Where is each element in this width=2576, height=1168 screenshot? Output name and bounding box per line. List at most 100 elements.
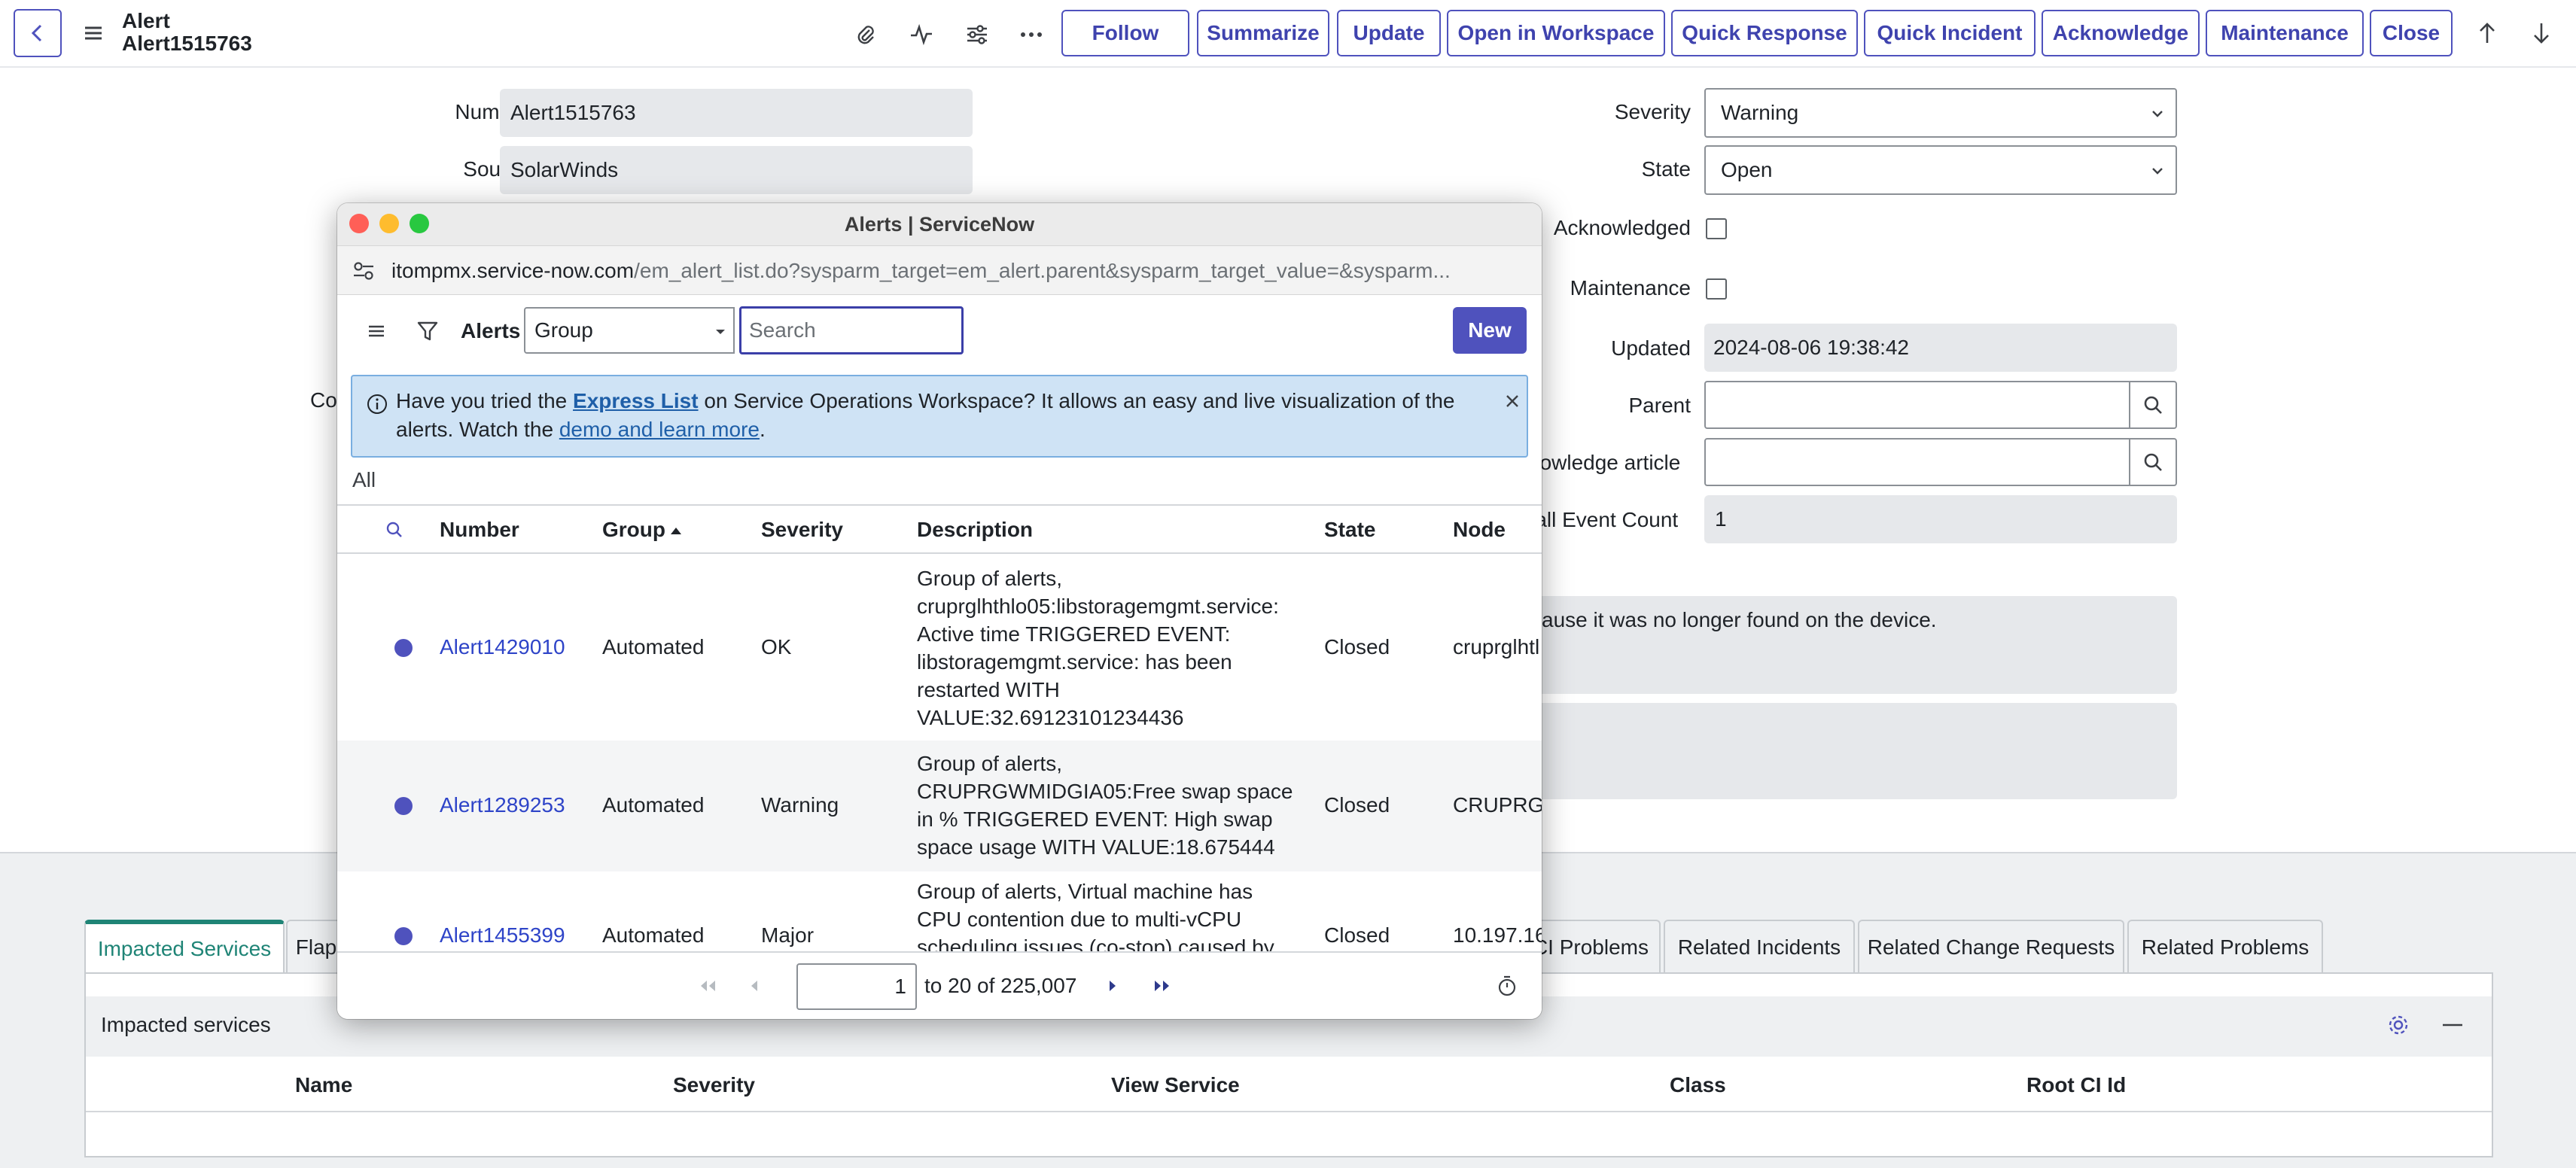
- additional-info-field: [1521, 703, 2177, 799]
- new-button[interactable]: New: [1453, 307, 1527, 354]
- panel-title: Impacted services: [101, 1013, 271, 1036]
- express-list-link[interactable]: Express List: [573, 389, 699, 412]
- more-options-button[interactable]: [1016, 20, 1046, 50]
- url-text[interactable]: itompmx.service-now.com/em_alert_list.do…: [391, 246, 1528, 296]
- search-columns-icon[interactable]: [384, 519, 405, 540]
- configuration-item-label-fragment: Co: [310, 388, 337, 412]
- search-field-select[interactable]: Group: [524, 307, 735, 354]
- breadcrumb[interactable]: All: [352, 468, 376, 492]
- state-cell: Closed: [1324, 635, 1390, 659]
- state-cell: Closed: [1324, 793, 1390, 817]
- back-button[interactable]: [14, 9, 62, 57]
- table-row[interactable]: Alert1429010 Automated OK Group of alert…: [337, 555, 1542, 741]
- knowledge-article-input[interactable]: [1704, 438, 2130, 486]
- column-group[interactable]: Group: [602, 506, 665, 554]
- ellipsis-icon: [1021, 32, 1042, 37]
- tab-ci-problems[interactable]: CI Problems: [1536, 920, 1661, 974]
- parent-input[interactable]: [1704, 381, 2130, 429]
- severity-cell: Major: [761, 923, 815, 947]
- first-page-button[interactable]: [694, 972, 721, 999]
- column-class[interactable]: Class: [1670, 1073, 1726, 1097]
- knowledge-article-lookup-button[interactable]: [2129, 438, 2177, 486]
- node-cell: 10.197.16: [1453, 923, 1542, 947]
- column-severity[interactable]: Severity: [761, 506, 843, 554]
- overall-event-count-label: rall Event Count: [1528, 508, 1679, 531]
- maintenance-checkbox[interactable]: [1706, 278, 1727, 300]
- demo-and-learn-more-link[interactable]: demo and learn more: [559, 418, 760, 441]
- list-search-input[interactable]: [739, 306, 964, 354]
- state-select[interactable]: Open: [1704, 145, 2177, 195]
- list-menu-button[interactable]: [363, 318, 390, 345]
- acknowledged-checkbox[interactable]: [1706, 218, 1727, 239]
- alert-number-link[interactable]: Alert1289253: [440, 793, 565, 817]
- paperclip-icon: [857, 26, 874, 44]
- hamburger-icon: [85, 26, 102, 40]
- info-text-part: .: [759, 418, 766, 441]
- previous-record-button[interactable]: [2472, 18, 2502, 48]
- chevron-down-icon: [2152, 111, 2163, 117]
- site-settings-icon[interactable]: [352, 261, 375, 281]
- dismiss-banner-button[interactable]: [1500, 388, 1525, 414]
- minus-icon: [2443, 1024, 2462, 1027]
- source-field: SolarWinds: [500, 146, 973, 194]
- table-row[interactable]: Alert1289253 Automated Warning Group of …: [337, 741, 1542, 871]
- overall-event-count-field: 1: [1704, 495, 2177, 543]
- address-bar[interactable]: itompmx.service-now.com/em_alert_list.do…: [337, 245, 1542, 295]
- column-root-ci-id[interactable]: Root CI Id: [2026, 1073, 2126, 1097]
- acknowledge-button[interactable]: Acknowledge: [2042, 10, 2200, 56]
- close-icon: [1506, 395, 1518, 407]
- next-record-button[interactable]: [2526, 18, 2556, 48]
- tab-impacted-services[interactable]: Impacted Services: [84, 920, 285, 974]
- open-in-workspace-button[interactable]: Open in Workspace: [1447, 10, 1665, 56]
- table-header-row: Number Group Severity Description State …: [337, 506, 1542, 554]
- menu-button[interactable]: [80, 20, 107, 47]
- hamburger-icon: [369, 325, 384, 337]
- column-number[interactable]: Number: [440, 506, 519, 554]
- quick-response-button[interactable]: Quick Response: [1671, 10, 1858, 56]
- column-state[interactable]: State: [1324, 506, 1375, 554]
- personalize-button[interactable]: [962, 20, 992, 50]
- close-button[interactable]: Close: [2370, 10, 2453, 56]
- attachment-button[interactable]: [851, 20, 881, 50]
- state-cell: Closed: [1324, 923, 1390, 947]
- description-text: cause it was no longer found on the devi…: [1531, 608, 1937, 631]
- list-settings-button[interactable]: [2383, 1010, 2413, 1040]
- group-cell: Automated: [602, 793, 705, 817]
- pagination-bar: to 20 of 225,007: [337, 951, 1542, 1019]
- chevron-left-icon: [31, 24, 42, 42]
- column-view-service[interactable]: View Service: [1111, 1073, 1240, 1097]
- response-time-button[interactable]: [1494, 972, 1521, 999]
- tab-related-change-requests[interactable]: Related Change Requests: [1858, 920, 2124, 974]
- arrow-up-icon: [2480, 23, 2495, 43]
- last-page-button[interactable]: [1149, 972, 1176, 999]
- column-description[interactable]: Description: [917, 506, 1033, 554]
- window-titlebar[interactable]: Alerts | ServiceNow: [337, 203, 1542, 245]
- divider: [86, 1111, 2492, 1112]
- table-row[interactable]: Alert1455399 Automated Major Group of al…: [337, 871, 1542, 951]
- summarize-button[interactable]: Summarize: [1197, 10, 1329, 56]
- gear-icon: [2389, 1015, 2408, 1035]
- status-dot-icon: [394, 797, 413, 815]
- alert-number-link[interactable]: Alert1455399: [440, 923, 565, 947]
- alert-number-link[interactable]: Alert1429010: [440, 635, 565, 659]
- follow-button[interactable]: Follow: [1061, 10, 1189, 56]
- maintenance-button[interactable]: Maintenance: [2206, 10, 2364, 56]
- update-button[interactable]: Update: [1337, 10, 1441, 56]
- filter-button[interactable]: [413, 316, 443, 346]
- sliders-icon: [967, 25, 987, 44]
- pagination-range-text: to 20 of 225,007: [924, 974, 1077, 997]
- parent-lookup-button[interactable]: [2129, 381, 2177, 429]
- quick-incident-button[interactable]: Quick Incident: [1864, 10, 2036, 56]
- collapse-list-button[interactable]: [2437, 1010, 2468, 1040]
- column-severity[interactable]: Severity: [673, 1073, 755, 1097]
- activity-button[interactable]: [906, 20, 936, 50]
- description-cell: Group of alerts, CRUPRGWMIDGIA05:Free sw…: [917, 752, 1293, 859]
- tab-related-incidents[interactable]: Related Incidents: [1664, 920, 1855, 974]
- previous-page-button[interactable]: [741, 972, 768, 999]
- column-name[interactable]: Name: [295, 1073, 352, 1097]
- tab-related-problems[interactable]: Related Problems: [2127, 920, 2323, 974]
- page-number-input[interactable]: [796, 963, 917, 1010]
- column-node[interactable]: Node: [1453, 506, 1506, 554]
- severity-select[interactable]: Warning: [1704, 88, 2177, 138]
- next-page-button[interactable]: [1099, 972, 1126, 999]
